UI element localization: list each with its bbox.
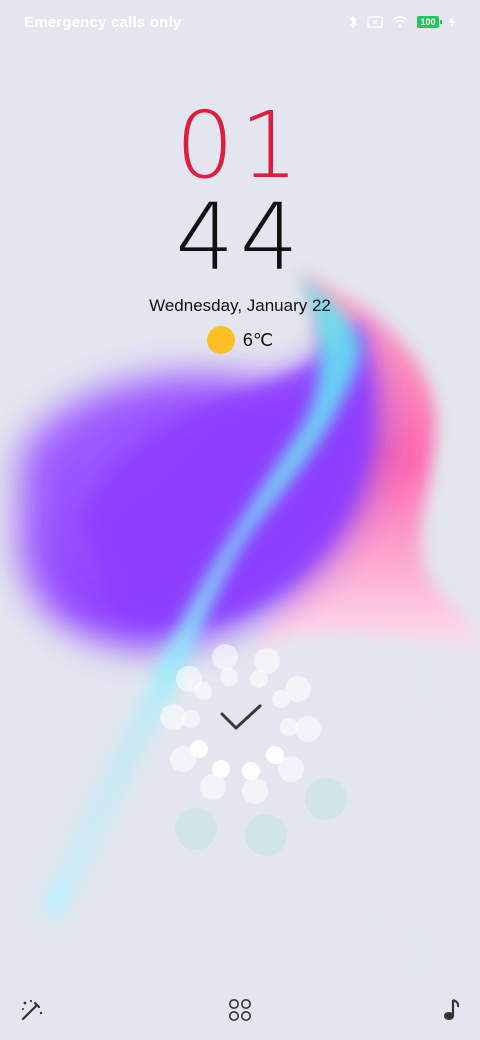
unlock-dot [212,644,238,670]
sunny-icon [206,326,235,354]
bottom-shortcuts [0,990,480,1030]
clock-minute: 44 [175,184,305,291]
unlock-dot [285,676,311,702]
wifi-icon [392,16,408,28]
apps-grid-icon[interactable] [226,996,254,1024]
charging-icon [449,16,455,28]
unlock-dot [242,778,268,804]
battery-icon: 100 [417,16,442,28]
unlock-dot [220,668,238,686]
magic-wand-icon[interactable] [18,996,46,1024]
no-sim-icon [367,16,383,28]
status-bar: Emergency calls only 100 [0,0,480,44]
unlock-dot [182,710,200,728]
bluetooth-icon [349,15,358,29]
clock-hour: 01 [175,92,305,199]
unlock-dot [190,740,208,758]
temperature: 6℃ [242,329,274,350]
fingerprint-unlock-area[interactable] [150,640,370,870]
checkmark-icon [220,704,262,730]
unlock-dot [200,774,226,800]
unlock-dot [250,670,268,688]
date-label: Wednesday, January 22 [149,296,331,315]
status-icons: 100 [348,15,456,29]
unlock-dot [305,778,347,820]
unlock-dot [278,756,304,782]
unlock-dot [175,808,217,850]
music-note-icon[interactable] [438,996,466,1024]
unlock-dot [245,814,287,856]
weather-widget[interactable]: 6℃ [0,326,480,354]
lockscreen-clock: 01 44 [0,100,480,284]
unlock-dot [194,682,212,700]
carrier-status: Emergency calls only [24,13,182,31]
unlock-dot [295,716,321,742]
